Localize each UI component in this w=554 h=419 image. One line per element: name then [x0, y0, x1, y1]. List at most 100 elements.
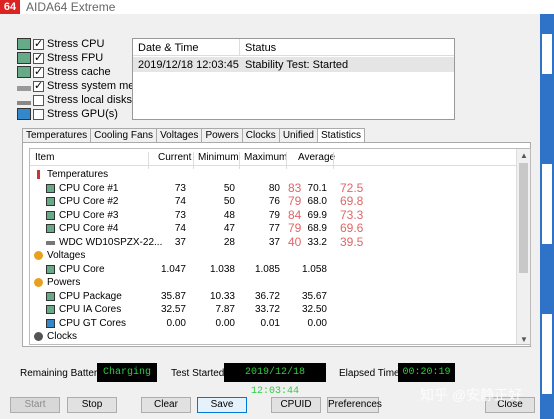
vertical-scrollbar[interactable]: ▲ ▼ — [516, 149, 530, 344]
scroll-thumb[interactable] — [519, 163, 528, 273]
log-row-datetime: 2019/12/18 12:03:45 — [138, 59, 239, 71]
row-name: Clocks — [47, 331, 78, 342]
cell-avg: 0.00 — [307, 317, 327, 329]
tab-voltages[interactable]: Voltages — [156, 128, 203, 142]
table-row[interactable]: CPU Core #4 74 47 77 68.9 79 69.6 — [30, 221, 516, 236]
tab-clocks[interactable]: Clocks — [241, 128, 280, 142]
log-column-status[interactable]: Status — [245, 42, 276, 54]
cell-max: 37 — [268, 236, 280, 248]
cell-max: 77 — [268, 223, 280, 234]
title-bar: 64 AIDA64 Extreme — [0, 0, 554, 14]
stress-checkbox[interactable] — [33, 79, 44, 92]
cpuid-button[interactable]: CPUID — [271, 397, 321, 413]
cell-current: 35.87 — [160, 290, 186, 302]
cell-min: 48 — [223, 209, 235, 221]
stress-option-2[interactable]: Stress cache — [17, 65, 111, 79]
battery-value: Charging — [97, 363, 157, 382]
disk-icon — [46, 240, 55, 245]
log-column-datetime[interactable]: Date & Time — [138, 42, 199, 54]
table-row[interactable]: CPU Core #2 74 50 76 68.0 79 69.8 — [30, 194, 516, 209]
cpu-chip-icon — [46, 210, 55, 220]
start-button[interactable]: Start — [10, 397, 60, 413]
scroll-down-icon[interactable]: ▼ — [520, 335, 528, 344]
row-name: Powers — [47, 277, 81, 288]
stress-option-label[interactable]: Stress FPU — [47, 52, 103, 64]
cell-max: 0.01 — [260, 317, 280, 329]
scroll-up-icon[interactable]: ▲ — [520, 151, 528, 160]
annotation-max: 79 — [288, 194, 302, 208]
stress-checkbox[interactable] — [33, 37, 44, 50]
log-row[interactable]: 2019/12/18 12:03:45 Stability Test: Star… — [133, 57, 454, 72]
table-row[interactable]: CPU GT Cores 0.00 0.00 0.01 0.00 — [30, 317, 516, 331]
cpu-chip-icon — [46, 291, 55, 301]
stress-checkbox[interactable] — [33, 94, 44, 106]
table-group-row[interactable]: Voltages — [30, 249, 516, 263]
table-row[interactable]: CPU IA Cores 32.57 7.87 33.72 32.50 — [30, 303, 516, 317]
stress-checkbox[interactable] — [33, 65, 44, 78]
stress-option-label[interactable]: Stress cache — [47, 66, 111, 78]
stress-checkbox[interactable] — [33, 51, 44, 64]
row-name: Temperatures — [47, 169, 109, 180]
clear-button[interactable]: Clear — [141, 397, 191, 413]
aida64-logo-icon: 64 — [0, 0, 20, 14]
stress-option-label[interactable]: Stress local disks — [47, 94, 132, 106]
stress-option-label[interactable]: Stress GPU(s) — [47, 108, 118, 120]
column-minimum[interactable]: Minimum — [198, 152, 239, 163]
table-row[interactable]: CPU Core 1.047 1.038 1.085 1.058 — [30, 263, 516, 277]
cell-current: 0.00 — [166, 317, 186, 329]
table-group-row[interactable]: Temperatures — [30, 168, 516, 182]
statistics-header: Item Current Minimum Maximum Average — [30, 149, 516, 169]
stress-option-label[interactable]: Stress CPU — [47, 38, 104, 50]
stress-option-0[interactable]: Stress CPU — [17, 37, 104, 51]
cell-avg: 33.2 — [307, 236, 327, 248]
cell-min: 1.038 — [209, 263, 235, 275]
cell-max: 1.085 — [254, 263, 280, 275]
table-group-row[interactable]: Powers — [30, 276, 516, 290]
test-log-list[interactable]: Date & Time Status 2019/12/18 12:03:45 S… — [132, 38, 455, 120]
stress-option-4[interactable]: Stress local disks — [17, 93, 132, 107]
table-row[interactable]: WDC WD10SPZX-22... 37 28 37 33.2 40 39.5 — [30, 235, 516, 250]
row-name: WDC WD10SPZX-22... — [59, 236, 163, 248]
tab-statistics[interactable]: Statistics — [316, 128, 365, 143]
save-button[interactable]: Save — [197, 397, 247, 413]
column-current[interactable]: Current — [158, 152, 191, 163]
thermometer-icon — [34, 170, 43, 179]
window-title: AIDA64 Extreme — [26, 0, 116, 14]
annotation-average: 69.6 — [340, 221, 364, 235]
stress-option-1[interactable]: Stress FPU — [17, 51, 103, 65]
cell-max: 33.72 — [254, 304, 280, 315]
tab-powers[interactable]: Powers — [201, 128, 243, 142]
cell-min: 50 — [223, 182, 235, 194]
tab-cooling-fans[interactable]: Cooling Fans — [90, 128, 158, 142]
tab-unified[interactable]: Unified — [278, 128, 318, 142]
cell-min: 47 — [223, 223, 235, 234]
row-name: CPU Package — [59, 290, 122, 302]
column-item[interactable]: Item — [35, 152, 54, 163]
cell-avg: 70.1 — [307, 182, 327, 194]
tab-temperatures[interactable]: Temperatures — [22, 128, 92, 142]
table-row[interactable]: CPU Package 35.87 10.33 36.72 35.67 — [30, 290, 516, 304]
row-name: CPU Core #1 — [59, 182, 119, 194]
cell-current: 73 — [174, 209, 186, 221]
stress-option-5[interactable]: Stress GPU(s) — [17, 107, 118, 121]
cell-avg: 69.9 — [307, 209, 327, 221]
column-average[interactable]: Average — [298, 152, 335, 163]
annotation-max: 84 — [288, 207, 302, 222]
fpu-chip-icon — [17, 52, 31, 64]
cell-min: 0.00 — [215, 317, 235, 329]
statistics-panel: Item Current Minimum Maximum Average ▲ ▼… — [22, 142, 531, 347]
table-group-row[interactable]: Clocks — [30, 330, 516, 344]
table-row[interactable]: CPU Core #3 73 48 79 69.9 84 73.3 — [30, 207, 516, 223]
cache-chip-icon — [17, 66, 31, 78]
cell-current: 74 — [174, 196, 186, 207]
stress-checkbox[interactable] — [33, 108, 44, 120]
cpu-chip-icon — [46, 224, 55, 233]
memory-icon — [17, 85, 31, 91]
table-row[interactable]: CPU Core #1 73 50 80 70.1 83 72.5 — [30, 181, 516, 196]
cpu-chip-icon — [46, 264, 55, 274]
annotation-max: 79 — [288, 221, 302, 235]
preferences-button[interactable]: Preferences — [327, 397, 382, 413]
column-maximum[interactable]: Maximum — [244, 152, 287, 163]
stop-button[interactable]: Stop — [67, 397, 117, 413]
cell-min: 7.87 — [215, 304, 235, 315]
